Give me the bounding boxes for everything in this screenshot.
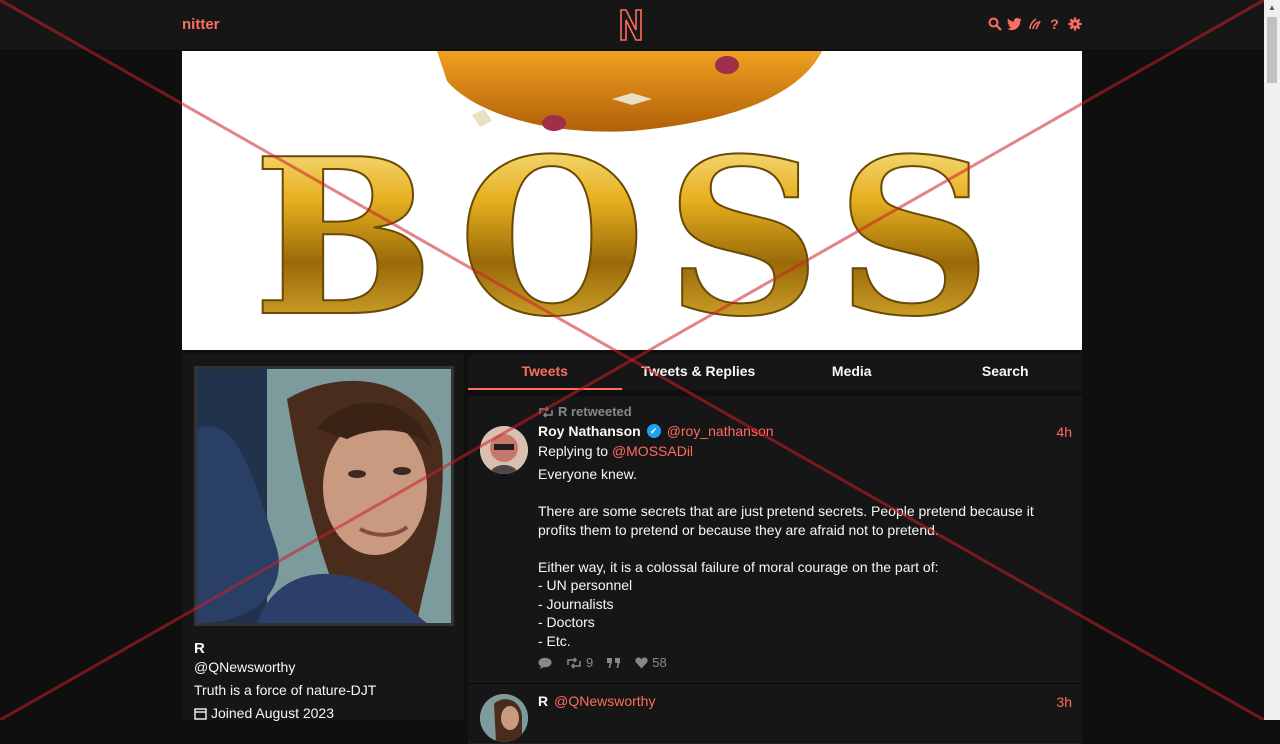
tweet-header: Roy Nathanson ✓ @roy_nathanson bbox=[538, 423, 774, 439]
tweet-date[interactable]: 3h bbox=[1056, 694, 1072, 710]
profile-bio: Truth is a force of nature-DJT bbox=[194, 682, 377, 698]
profile-banner[interactable]: BOSS bbox=[182, 51, 1082, 350]
heart-icon bbox=[635, 657, 648, 668]
retweet-header: R retweeted bbox=[538, 404, 632, 419]
tab-search[interactable]: Search bbox=[929, 354, 1083, 390]
joined-date: Joined August 2023 bbox=[211, 705, 334, 721]
banner-text: BOSS bbox=[253, 111, 1012, 350]
search-icon[interactable] bbox=[987, 16, 1002, 32]
tweet-username[interactable]: @roy_nathanson bbox=[667, 423, 774, 439]
tweet-fullname[interactable]: R bbox=[538, 693, 548, 709]
tweet-fullname[interactable]: Roy Nathanson bbox=[538, 423, 641, 439]
tweet-avatar[interactable] bbox=[480, 694, 528, 742]
help-icon[interactable]: ? bbox=[1047, 16, 1062, 32]
retweet-count: 9 bbox=[586, 655, 594, 670]
replying-to-link[interactable]: @MOSSADil bbox=[612, 443, 693, 459]
nav-icons: ? bbox=[987, 16, 1082, 32]
profile-username[interactable]: @QNewsworthy bbox=[194, 659, 295, 675]
comment-icon bbox=[538, 657, 552, 669]
profile-card: R @QNewsworthy Truth is a force of natur… bbox=[182, 354, 464, 721]
retweet-icon bbox=[539, 405, 553, 418]
profile-avatar[interactable] bbox=[194, 366, 454, 626]
timeline-item[interactable]: R @QNewsworthy 3h bbox=[468, 684, 1082, 744]
settings-icon[interactable] bbox=[1067, 16, 1082, 32]
tweet-avatar[interactable] bbox=[480, 426, 528, 474]
scrollbar-thumb[interactable] bbox=[1267, 17, 1277, 83]
replying-to-label: Replying to bbox=[538, 443, 609, 459]
scroll-up-icon[interactable]: ▲ bbox=[1264, 0, 1280, 16]
tweet-stats: 9 58 bbox=[538, 655, 667, 670]
tweet-date[interactable]: 4h bbox=[1056, 424, 1072, 440]
like-count: 58 bbox=[652, 655, 667, 670]
tweet-header: R @QNewsworthy bbox=[538, 693, 655, 709]
timeline-item[interactable]: R retweeted Roy Nathanson ✓ @roy_nathans… bbox=[468, 396, 1082, 682]
replying-to: Replying to @MOSSADil bbox=[538, 443, 693, 459]
retweet-icon bbox=[567, 656, 581, 669]
calendar-icon bbox=[194, 707, 207, 720]
quote-stat[interactable] bbox=[607, 657, 621, 668]
timeline-tabs: Tweets Tweets & Replies Media Search bbox=[468, 354, 1082, 390]
tweet-content: Everyone knew. There are some secrets th… bbox=[538, 466, 1034, 649]
retweet-stat[interactable]: 9 bbox=[566, 655, 593, 670]
nitter-logo-icon[interactable] bbox=[617, 7, 645, 43]
rss-icon[interactable] bbox=[1027, 16, 1042, 32]
like-stat[interactable]: 58 bbox=[635, 655, 667, 670]
banner-image: BOSS bbox=[252, 51, 1012, 350]
nitter-home-link[interactable]: nitter bbox=[182, 16, 220, 33]
avatar-image bbox=[197, 369, 451, 623]
page-scrollbar[interactable]: ▲ bbox=[1264, 0, 1280, 720]
tab-tweets[interactable]: Tweets bbox=[468, 354, 622, 390]
tab-media[interactable]: Media bbox=[775, 354, 929, 390]
navbar: nitter ? bbox=[0, 0, 1264, 50]
tab-tweets-replies[interactable]: Tweets & Replies bbox=[622, 354, 776, 390]
tweet-username[interactable]: @QNewsworthy bbox=[554, 693, 655, 709]
twitter-icon[interactable] bbox=[1007, 16, 1022, 32]
reply-stat[interactable] bbox=[538, 657, 552, 669]
quote-icon bbox=[607, 657, 621, 668]
verified-icon: ✓ bbox=[646, 424, 661, 438]
retweet-header-text: R retweeted bbox=[558, 404, 632, 419]
profile-joined: Joined August 2023 bbox=[194, 705, 334, 721]
profile-fullname[interactable]: R bbox=[194, 640, 205, 657]
